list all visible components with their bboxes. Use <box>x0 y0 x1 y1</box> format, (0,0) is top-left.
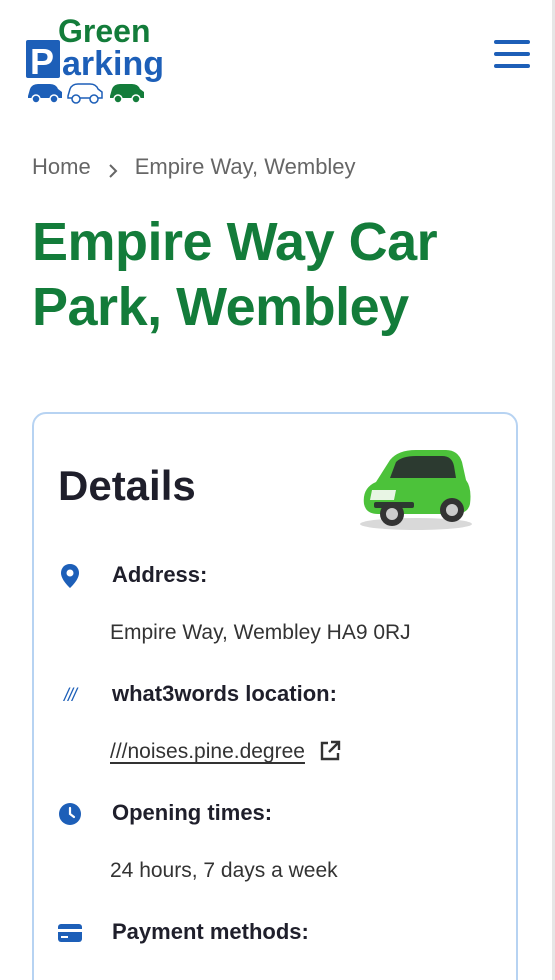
address-label: Address: <box>112 562 208 587</box>
svg-text:arking: arking <box>62 45 164 83</box>
what3words-link[interactable]: ///noises.pine.degree <box>110 740 305 763</box>
site-header: Green P arking <box>0 0 552 120</box>
credit-card-icon <box>56 919 84 947</box>
what3words-label: what3words location: <box>112 681 337 706</box>
hamburger-icon-bar <box>494 40 530 44</box>
location-pin-icon <box>56 562 84 590</box>
page-title: Empire Way Car Park, Wembley <box>32 212 438 337</box>
clock-icon <box>56 800 84 828</box>
chevron-right-icon <box>105 159 121 178</box>
hamburger-icon-bar <box>494 52 530 56</box>
opening-times-label: Opening times: <box>112 800 273 825</box>
payment-methods-label: Payment methods: <box>112 919 309 944</box>
green-car-image <box>354 444 478 532</box>
hamburger-menu-button[interactable] <box>492 40 532 76</box>
green-parking-logo[interactable]: Green P arking <box>24 12 169 104</box>
svg-text:Green: Green <box>58 13 150 49</box>
external-link-icon[interactable] <box>319 740 341 768</box>
breadcrumb-home-link[interactable]: Home <box>32 154 91 180</box>
opening-times-value: 24 hours, 7 days a week <box>110 859 338 882</box>
details-card: Details Address: Empire Way, Wembley HA9… <box>32 412 518 980</box>
svg-text:P: P <box>30 41 54 82</box>
breadcrumb: Home Empire Way, Wembley <box>32 154 356 180</box>
breadcrumb-current: Empire Way, Wembley <box>134 154 356 179</box>
what3words-icon: /// <box>63 684 77 705</box>
what3words-value: ///noises.pine.degree <box>110 740 341 768</box>
address-value: Empire Way, Wembley HA9 0RJ <box>110 621 411 644</box>
details-title: Details <box>58 462 196 509</box>
hamburger-icon-bar <box>494 64 530 68</box>
